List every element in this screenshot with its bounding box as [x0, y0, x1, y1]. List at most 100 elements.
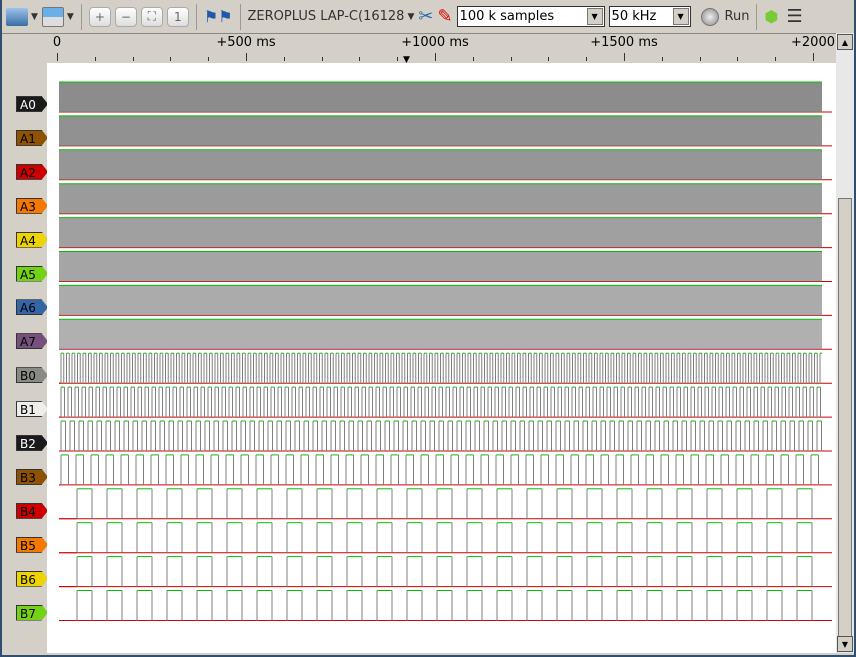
configure-device-button[interactable]: ✂ [418, 4, 433, 30]
channel-label-b4[interactable]: B4 [16, 502, 48, 519]
trace-b6 [59, 556, 832, 588]
channel-label-a5[interactable]: A5 [16, 265, 48, 282]
folder-icon [6, 7, 28, 26]
ruler-tick [510, 57, 512, 61]
zoom-in-icon: + [94, 9, 105, 24]
trace-a3 [59, 183, 832, 215]
cursor-flags-icon: ⚑⚑ [203, 7, 233, 26]
tools-icon: ✂ [418, 6, 434, 27]
trace-a5 [59, 251, 832, 282]
scrollbar-thumb[interactable] [838, 198, 852, 638]
arrow-down-icon: ▼ [841, 639, 849, 649]
trace-view[interactable] [47, 63, 836, 653]
dense-signal [59, 183, 822, 214]
samplerate-value: 50 kHz [611, 9, 657, 24]
separator [195, 3, 197, 30]
channel-label-a0[interactable]: A0 [16, 96, 48, 112]
dense-signal [59, 285, 822, 316]
probe-config-button[interactable]: ✎ [437, 4, 452, 30]
scroll-up-button[interactable]: ▲ [837, 34, 853, 50]
run-button[interactable]: Run [700, 4, 749, 30]
zoom-fit-button[interactable]: ⛶ [140, 6, 163, 27]
menu-icon: ☰ [786, 6, 803, 27]
channel-labels: A0 A1 A2 A3 A4 A5 A6 A7 B0 B1 B2 B3 B4 B5 B6 B7 [2, 63, 48, 653]
vertical-scrollbar[interactable]: ▲ ▼ [836, 33, 854, 653]
channel-label-b5[interactable]: B5 [16, 536, 48, 553]
ruler-tick [208, 57, 210, 61]
ruler-tick-label: +500 ms [216, 35, 276, 50]
samplerate-select[interactable]: 50 kHz ▼ [608, 6, 691, 27]
dense-signal [59, 319, 822, 350]
chevron-down-icon: ▼ [407, 11, 415, 22]
trace-a4 [59, 217, 832, 249]
ruler-tick [472, 57, 474, 61]
ruler-tick [813, 53, 814, 61]
menu-button[interactable]: ☰ [786, 4, 802, 30]
ruler-tick [170, 57, 172, 61]
trace-a2 [59, 149, 832, 181]
ruler-tick-label: 0 [52, 35, 62, 50]
channel-label-a1[interactable]: A1 [16, 129, 48, 146]
zoom-out-icon: − [120, 9, 131, 24]
time-ruler[interactable]: 0 +500 ms +1000 ms +1500 ms +2000 ▼ [2, 33, 836, 65]
ruler-tick-label: +1000 ms [401, 35, 469, 50]
save-button[interactable]: ▼ [41, 4, 74, 30]
trace-a1 [59, 115, 832, 147]
ruler-tick-label: +1500 ms [590, 35, 658, 50]
chevron-down-icon: ▼ [672, 8, 689, 25]
trace-b4 [59, 488, 832, 520]
trace-b3 [59, 454, 832, 486]
channel-label-a2[interactable]: A2 [16, 163, 48, 180]
sample-count-select[interactable]: 100 k samples ▼ [456, 6, 605, 27]
add-decoder-button[interactable]: ⬢ [764, 4, 778, 30]
ruler-tick-label: +2000 [791, 35, 835, 50]
trace-a7 [59, 318, 832, 350]
toolbar: ▼ ▼ + − ⛶ 1 ⚑⚑ ZEROPLUS LAP-C(16128 ▼ ✂ ✎… [2, 0, 854, 33]
trace-a6 [59, 284, 832, 316]
ruler-tick [359, 57, 361, 61]
channel-label-b7[interactable]: B7 [16, 604, 48, 621]
dense-signal [59, 217, 822, 248]
cursors-button[interactable]: ⚑⚑ [204, 4, 233, 30]
device-name: ZEROPLUS LAP-C(16128 [247, 9, 405, 24]
channel-label-a6[interactable]: A6 [16, 299, 48, 316]
channel-label-a4[interactable]: A4 [16, 231, 48, 248]
ruler-tick [94, 57, 96, 61]
ruler-tick [661, 57, 663, 61]
run-icon [700, 7, 719, 26]
zoom-in-button[interactable]: + [88, 6, 111, 27]
ruler-tick [699, 57, 701, 61]
zoom-original-button[interactable]: 1 [166, 6, 189, 27]
ruler-tick [435, 53, 436, 61]
channel-label-a3[interactable]: A3 [16, 197, 48, 214]
device-selector[interactable]: ZEROPLUS LAP-C(16128 ▼ [248, 4, 415, 30]
channel-label-b0[interactable]: B0 [16, 367, 48, 384]
ruler-tick [548, 57, 550, 61]
scroll-down-button[interactable]: ▼ [837, 636, 853, 652]
ruler-tick [132, 57, 134, 61]
chevron-down-icon: ▼ [31, 11, 38, 22]
ruler-tick [624, 53, 625, 61]
trace-a0 [59, 81, 832, 113]
sample-count-value: 100 k samples [459, 9, 555, 24]
arrow-up-icon: ▲ [841, 37, 849, 47]
zoom-fit-icon: ⛶ [147, 9, 157, 23]
trace-b1 [59, 386, 832, 418]
ruler-tick [246, 53, 247, 61]
ruler-tick [283, 57, 285, 61]
ruler-tick [737, 57, 739, 61]
channel-label-b6[interactable]: B6 [16, 570, 48, 587]
trace-b0 [59, 352, 832, 384]
dense-signal [59, 82, 822, 112]
zoom-out-button[interactable]: − [114, 6, 137, 27]
channel-label-b2[interactable]: B2 [16, 435, 48, 451]
ruler-tick [775, 57, 777, 61]
dense-signal [59, 115, 822, 146]
probe-icon: ✎ [437, 6, 453, 27]
channel-label-b1[interactable]: B1 [16, 401, 48, 418]
channel-label-b3[interactable]: B3 [16, 468, 48, 485]
channel-label-a7[interactable]: A7 [16, 333, 48, 350]
open-button[interactable]: ▼ [6, 4, 38, 30]
separator [756, 3, 758, 30]
ruler-tick [57, 53, 58, 61]
